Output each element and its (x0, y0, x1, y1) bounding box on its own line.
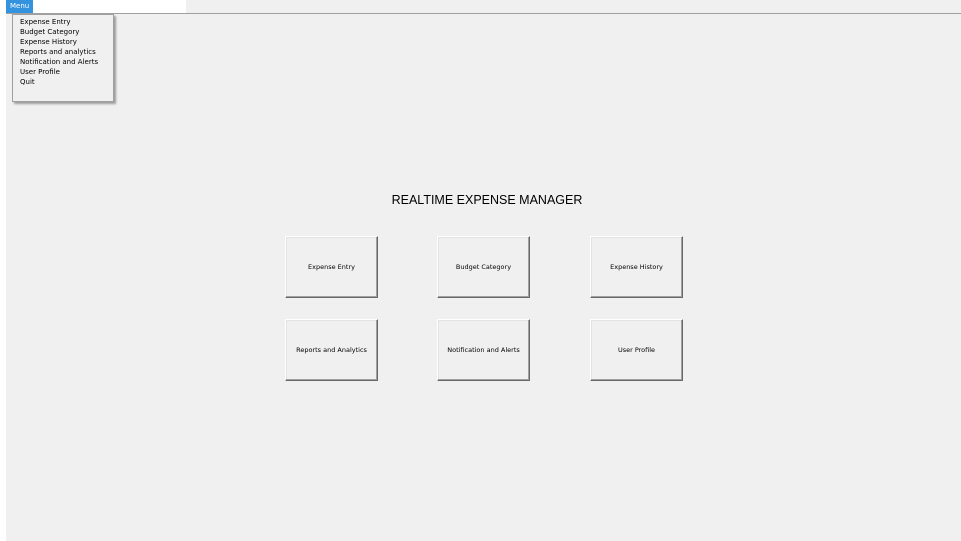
budget-category-button[interactable]: Budget Category (437, 236, 530, 298)
user-profile-button[interactable]: User Profile (590, 319, 683, 381)
reports-analytics-button[interactable]: Reports and Analytics (285, 319, 378, 381)
menu-button[interactable]: Menu (6, 0, 34, 13)
menu-item-quit[interactable]: Quit (13, 77, 113, 87)
menu-item-budget-category[interactable]: Budget Category (13, 27, 113, 37)
menu-item-reports-analytics[interactable]: Reports and analytics (13, 47, 113, 57)
menu-dropdown: Expense Entry Budget Category Expense Hi… (12, 14, 114, 102)
app-window: Menu Expense Entry Budget Category Expen… (6, 0, 961, 541)
notification-alerts-button[interactable]: Notification and Alerts (437, 319, 530, 381)
expense-entry-button[interactable]: Expense Entry (285, 236, 378, 298)
menu-item-expense-entry[interactable]: Expense Entry (13, 17, 113, 27)
expense-history-button[interactable]: Expense History (590, 236, 683, 298)
menu-item-user-profile[interactable]: User Profile (13, 67, 113, 77)
menu-item-notification-alerts[interactable]: Notification and Alerts (13, 57, 113, 67)
page-title: REALTIME EXPENSE MANAGER (391, 193, 583, 207)
menu-bar: Menu (6, 0, 961, 14)
menu-item-expense-history[interactable]: Expense History (13, 37, 113, 47)
